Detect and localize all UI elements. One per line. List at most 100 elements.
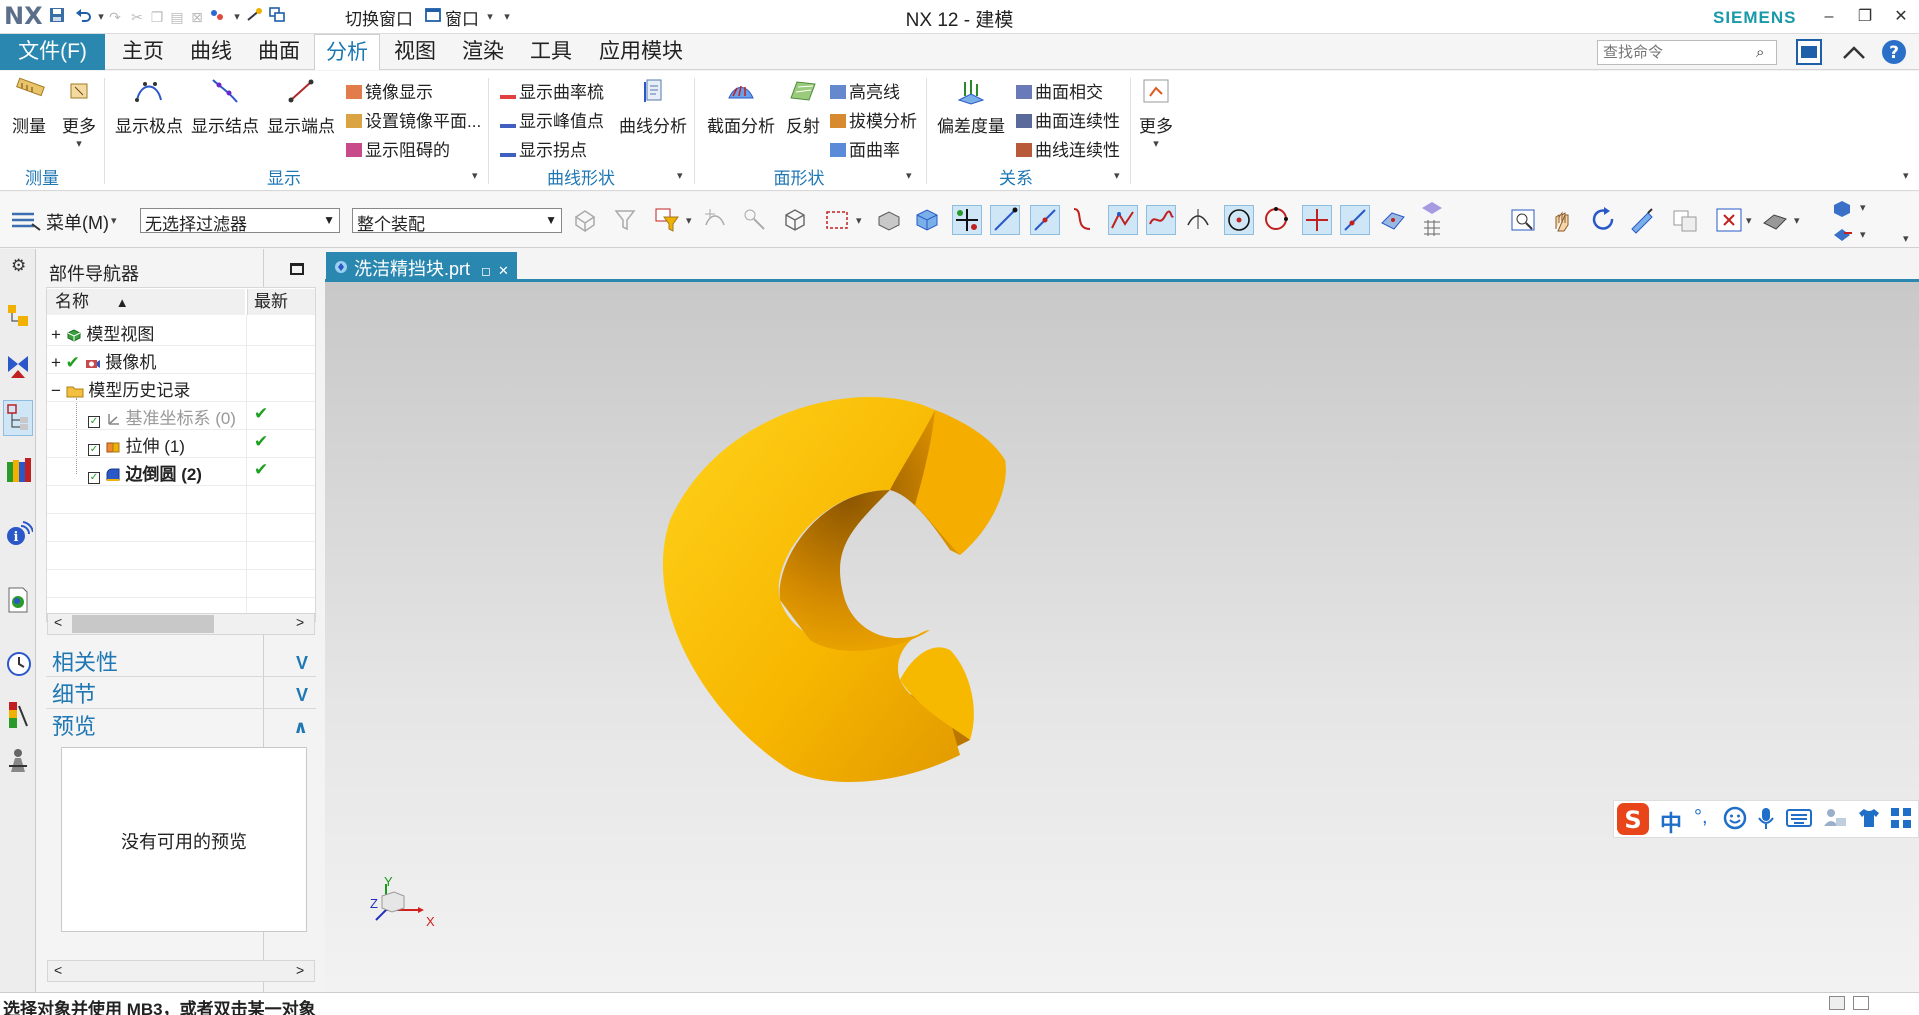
tab-surface[interactable]: 曲面 <box>248 34 310 70</box>
ribbon-options-icon[interactable]: ▾ <box>1903 169 1909 182</box>
status-icon-2[interactable] <box>1853 996 1869 1010</box>
tab-application[interactable]: 应用模块 <box>590 34 692 70</box>
measure-button[interactable]: 测量 <box>6 76 52 137</box>
snap-curve-point-icon[interactable] <box>1146 205 1176 235</box>
show-inflection-button[interactable]: 显示拐点 <box>500 136 587 161</box>
scroll-right-icon[interactable]: > <box>296 962 304 978</box>
mirror-display-button[interactable]: 镜像显示 <box>346 78 433 103</box>
select-body-icon[interactable] <box>780 205 810 235</box>
measure-more-button[interactable]: 更多 ▾ <box>56 76 102 150</box>
visibility-checkbox[interactable]: ✓ <box>88 444 100 456</box>
visibility-checkbox[interactable]: ✓ <box>88 472 100 484</box>
system-materials-icon[interactable] <box>5 700 31 728</box>
rendering-style-icon[interactable] <box>1760 205 1790 235</box>
tree-row-datum-csys[interactable]: ✓ 基准坐标系 (0) <box>88 404 236 429</box>
graphics-viewport[interactable] <box>325 282 1919 992</box>
show-knots-button[interactable]: 显示结点 <box>188 76 262 137</box>
document-tab[interactable]: 洗洁精挡块.prt ◻ ✕ <box>326 252 517 282</box>
microphone-icon[interactable] <box>1756 806 1776 830</box>
reuse-library-icon[interactable] <box>5 456 35 484</box>
collapse-icon[interactable]: − <box>51 381 61 400</box>
selection-filter-icon[interactable] <box>612 205 642 235</box>
rotate-icon[interactable] <box>1588 205 1618 235</box>
snap-point-on-face-icon[interactable] <box>1378 205 1408 235</box>
snap-point-on-curve-icon[interactable] <box>1340 205 1370 235</box>
background-dropdown-icon[interactable]: ▾ <box>1860 201 1866 214</box>
history-icon[interactable] <box>5 650 31 678</box>
web-browser-icon[interactable] <box>5 586 31 614</box>
tree-row-cameras[interactable]: + ✔ 摄像机 <box>51 348 156 373</box>
toolbox-icon[interactable] <box>1889 806 1913 830</box>
rectangle-select-icon[interactable] <box>822 205 852 235</box>
face-shape-dropdown-icon[interactable]: ▾ <box>906 169 912 182</box>
snap-feature-icon[interactable] <box>740 205 770 235</box>
switch-window-icon[interactable] <box>266 6 288 28</box>
tree-row-model-history[interactable]: − 模型历史记录 <box>51 376 190 401</box>
set-mirror-plane-button[interactable]: 设置镜像平面... <box>346 107 481 132</box>
minimize-button[interactable]: – <box>1812 4 1846 30</box>
menu-dropdown-icon[interactable]: ▾ <box>111 214 117 227</box>
relation-dropdown-icon[interactable]: ▾ <box>1114 169 1120 182</box>
hd3d-tools-icon[interactable]: i <box>5 520 34 548</box>
reflection-button[interactable]: 反射 <box>780 76 826 137</box>
window-menu-button[interactable]: 窗口 <box>445 5 479 30</box>
show-hide-icon[interactable] <box>1670 205 1700 235</box>
switch-window-button[interactable]: 切换窗口 <box>345 5 413 30</box>
highlight-lines-button[interactable]: 高亮线 <box>830 78 900 103</box>
view-orientation-icon[interactable] <box>1714 205 1744 235</box>
selection-scope-select[interactable]: 整个装配 ▼ <box>352 208 562 234</box>
face-continuity-button[interactable]: 曲面连续性 <box>1016 107 1120 132</box>
face-curvature-button[interactable]: 面曲率 <box>830 136 900 161</box>
status-icon-1[interactable] <box>1829 996 1845 1010</box>
curve-continuity-button[interactable]: 曲线连续性 <box>1016 136 1120 161</box>
punctuation-icon[interactable]: °, <box>1694 806 1708 829</box>
scroll-left-icon[interactable]: < <box>54 962 62 978</box>
tab-file[interactable]: 文件(F) <box>0 34 105 70</box>
part-navigator-icon[interactable] <box>3 400 33 436</box>
maximize-panel-icon[interactable] <box>290 263 304 275</box>
ime-mode-toggle[interactable]: 中 <box>1660 806 1682 838</box>
toolbar-options-icon[interactable]: ▾ <box>1903 232 1909 245</box>
help-icon[interactable]: ? <box>1880 38 1908 66</box>
delete-icon[interactable]: ⊠ <box>186 6 208 28</box>
keyboard-icon[interactable] <box>1786 808 1812 828</box>
constraint-navigator-icon[interactable] <box>5 352 31 380</box>
snap-existing-point-icon[interactable] <box>1302 205 1332 235</box>
snap-control-point-icon[interactable] <box>1068 205 1098 235</box>
edit-object-display-icon[interactable] <box>1628 205 1658 235</box>
tab-analysis[interactable]: 分析 <box>314 34 380 70</box>
snap-quadrant-icon[interactable] <box>1262 205 1292 235</box>
command-search-input[interactable] <box>1597 40 1777 65</box>
dependencies-panel-header[interactable]: 相关性 V <box>46 649 316 677</box>
more-button[interactable]: 更多 ▾ <box>1136 76 1176 150</box>
restore-button[interactable]: ❐ <box>1848 4 1882 30</box>
face-intersect-button[interactable]: 曲面相交 <box>1016 78 1103 103</box>
view-orientation-dropdown-icon[interactable]: ▾ <box>1746 214 1752 227</box>
pan-icon[interactable] <box>1548 205 1578 235</box>
snap-enable-icon[interactable] <box>952 205 982 235</box>
tree-row-extrude[interactable]: ✓ 拉伸 (1) <box>88 432 185 457</box>
type-filter-dropdown-icon[interactable]: ▾ <box>686 214 692 227</box>
assembly-navigator-icon[interactable] <box>5 302 31 330</box>
touch-mode-icon[interactable] <box>206 6 228 28</box>
redo-icon[interactable]: ↷ <box>104 6 126 28</box>
paste-icon[interactable]: ▤ <box>166 6 188 28</box>
work-layer-dropdown-icon[interactable]: ▾ <box>1860 228 1866 241</box>
gear-icon[interactable]: ⚙ <box>11 256 26 276</box>
user-center-icon[interactable] <box>1822 806 1848 830</box>
tree-row-edge-blend[interactable]: ✓ 边倒圆 (2) <box>88 460 202 485</box>
snap-bounded-grid-icon[interactable] <box>1418 198 1448 236</box>
snap-tangent-icon[interactable] <box>1184 205 1214 235</box>
command-finder-icon[interactable] <box>244 6 266 28</box>
cut-icon[interactable]: ✂ <box>126 6 148 28</box>
draft-analysis-button[interactable]: 拔模分析 <box>830 107 917 132</box>
general-selection-icon[interactable] <box>570 205 600 235</box>
collapse-ribbon-icon[interactable] <box>1840 40 1868 66</box>
preview-horizontal-scrollbar[interactable] <box>47 960 315 982</box>
tab-view[interactable]: 视图 <box>384 34 446 70</box>
tree-row-model-views[interactable]: + 模型视图 <box>51 320 154 345</box>
selection-filter-select[interactable]: 无选择过滤器 ▼ <box>140 208 340 234</box>
skin-icon[interactable] <box>1857 806 1881 830</box>
tab-home[interactable]: 主页 <box>112 34 174 70</box>
curvature-comb-button[interactable]: 显示曲率梳 <box>500 78 604 103</box>
